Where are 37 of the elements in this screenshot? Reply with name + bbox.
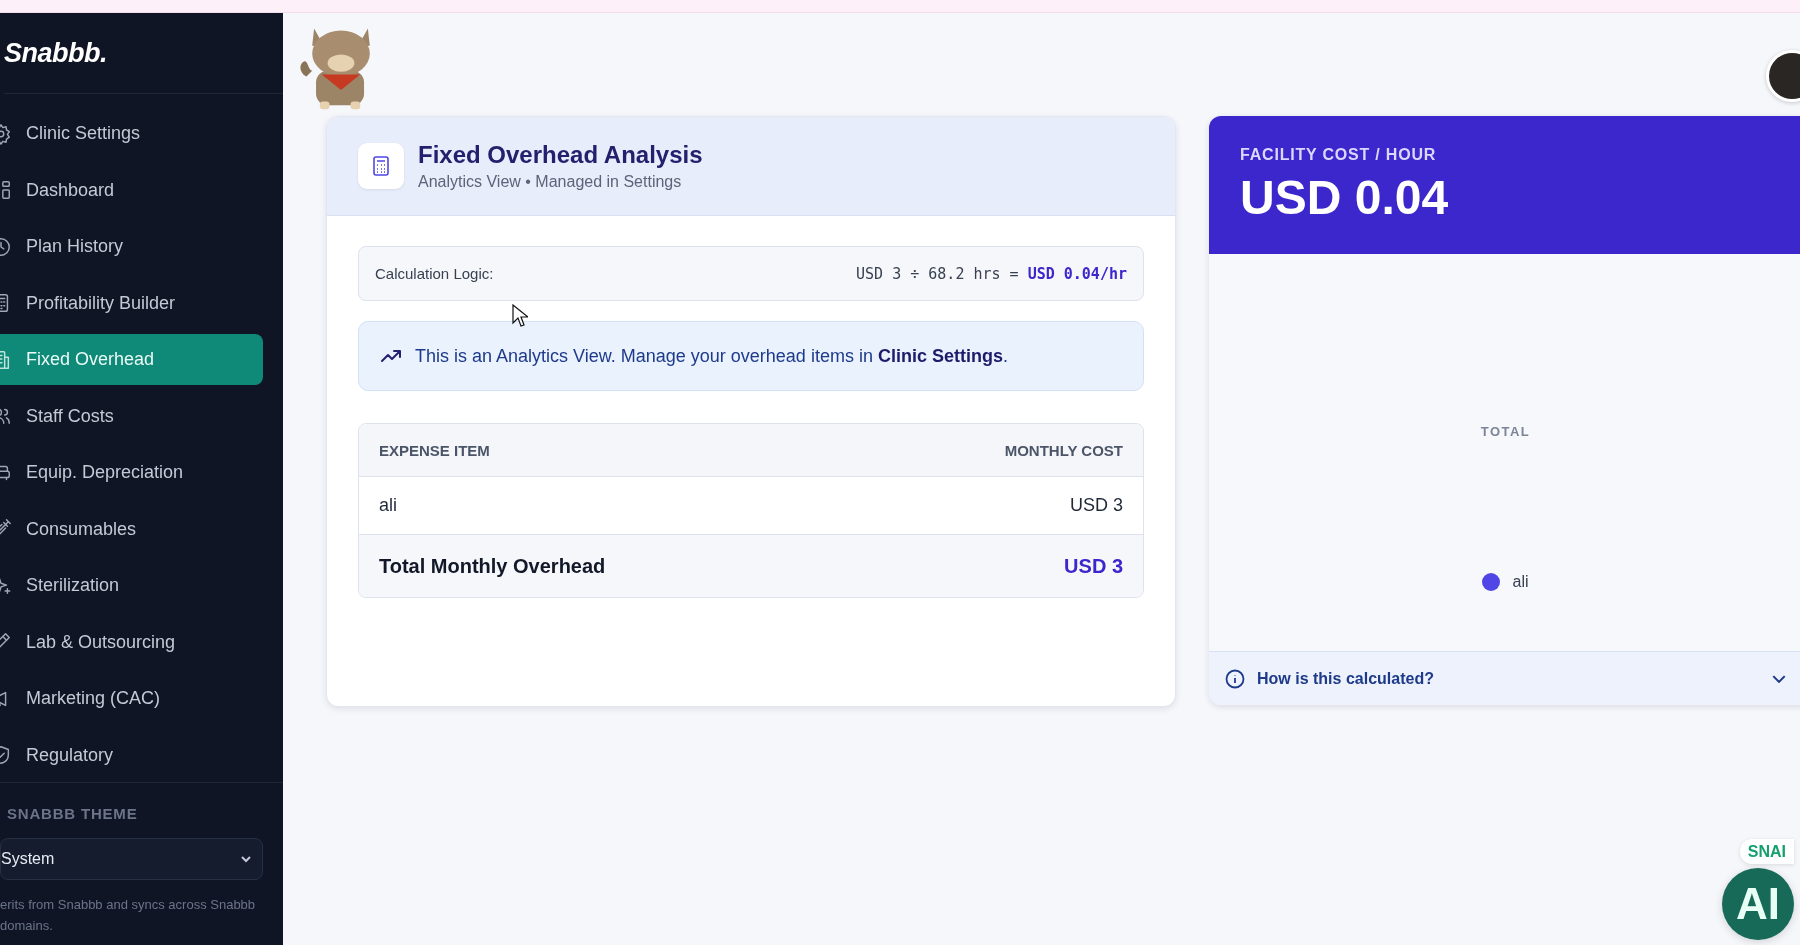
info-icon xyxy=(1225,668,1245,689)
card-title: Fixed Overhead Analysis xyxy=(418,141,703,169)
banner-text: This is an Analytics View. Manage your overhead items in Clinic Settings. xyxy=(415,345,1008,367)
sidebar-item[interactable]: Lab & Outsourcing xyxy=(0,616,263,668)
sidebar-item[interactable]: Plan History xyxy=(0,221,263,272)
chevron-down-icon xyxy=(1772,674,1786,683)
sidebar-item[interactable]: Equip. Depreciation xyxy=(0,447,263,498)
sidebar-item[interactable]: Clinic Settings xyxy=(0,108,263,159)
logic-label: Calculation Logic: xyxy=(375,265,494,282)
sidebar-item[interactable]: Consumables xyxy=(0,503,263,555)
column-header: EXPENSE ITEM xyxy=(379,441,490,459)
card-subtitle: Analytics View • Managed in Settings xyxy=(418,173,683,191)
assistant-button[interactable]: AI xyxy=(1722,868,1794,940)
calculator-icon xyxy=(358,143,404,189)
chart-center-label: TOTAL xyxy=(1480,424,1531,439)
assistant-badge: SNAI xyxy=(1739,839,1794,864)
help-text: erits from Snabbb and syncs across Snabbb domains. xyxy=(0,896,257,935)
sidebar-item[interactable]: Regulatory xyxy=(0,729,263,781)
cursor-icon xyxy=(512,304,528,328)
logo[interactable]: Snabbb. xyxy=(4,13,283,94)
legend-label: ali xyxy=(1512,573,1529,591)
sidebar-item[interactable]: Profitability Builder xyxy=(0,277,263,329)
sidebar-item[interactable]: Sterilization xyxy=(0,560,263,611)
total-value: USD 3 xyxy=(1064,554,1123,578)
metric-label: FACILITY COST / HOUR xyxy=(1240,146,1438,164)
metric-value: USD 0.04 xyxy=(1240,170,1450,225)
sidebar-item[interactable]: Marketing (CAC) xyxy=(0,673,263,724)
table-cell: USD 3 xyxy=(1070,495,1123,516)
table-cell: ali xyxy=(379,495,397,516)
sidebar-item[interactable]: Fixed Overhead xyxy=(0,334,263,385)
column-header: MONTHLY COST xyxy=(1004,441,1123,459)
total-label: Total Monthly Overhead xyxy=(379,554,606,578)
section-label: SNABBB THEME xyxy=(7,805,139,822)
theme-select[interactable]: System xyxy=(0,838,263,880)
sidebar-item[interactable]: Dashboard xyxy=(0,164,263,216)
sidebar-item[interactable]: Staff Costs xyxy=(0,390,263,442)
logic-formula: USD 3 ÷ 68.2 hrs = USD 0.04/hr xyxy=(856,264,1127,283)
